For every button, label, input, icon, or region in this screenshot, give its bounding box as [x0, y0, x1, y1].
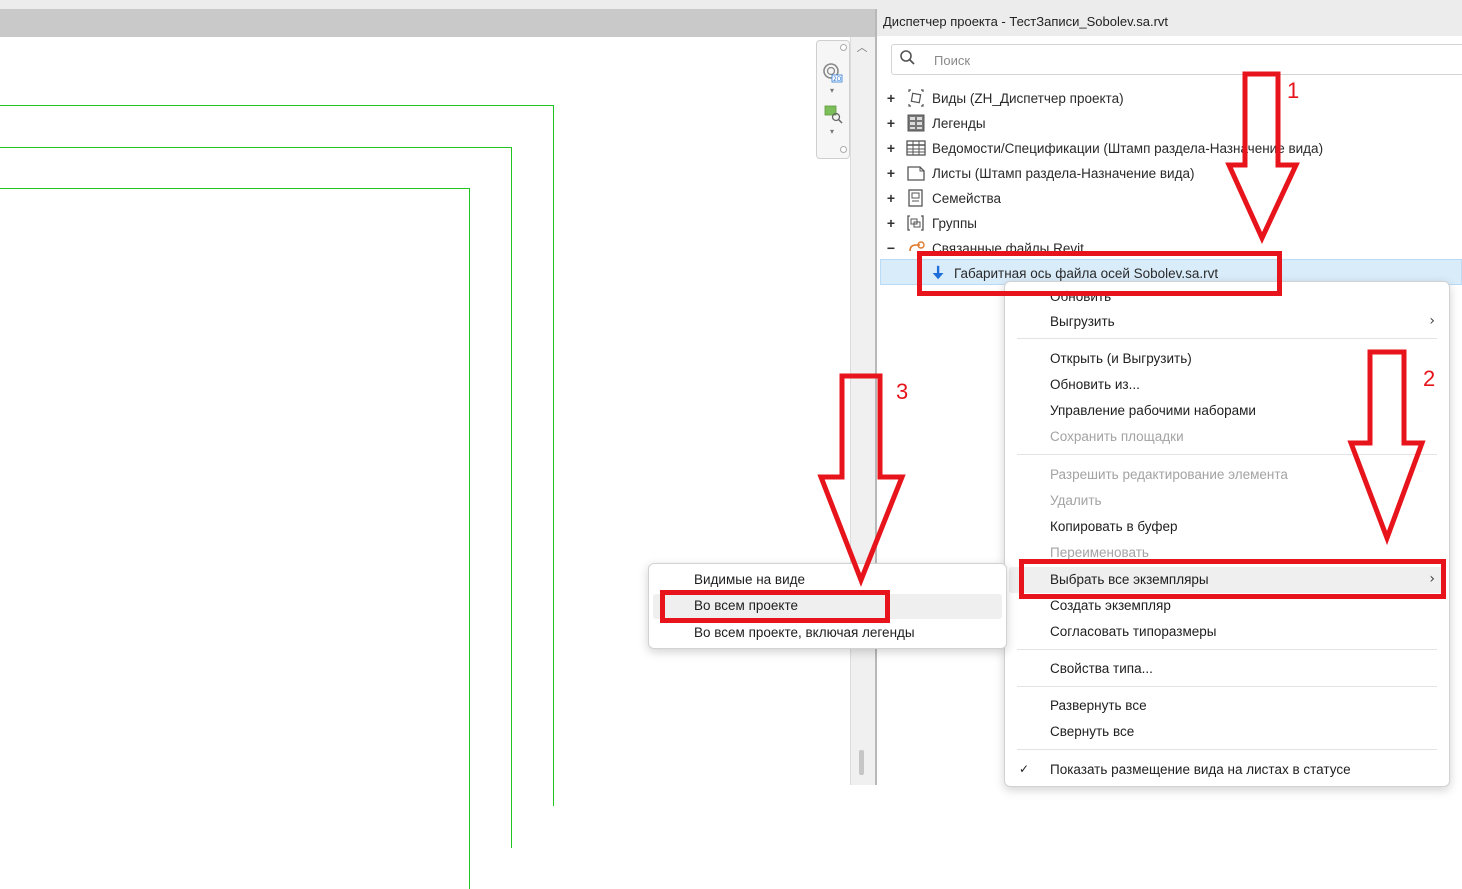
drawing-view[interactable]	[0, 37, 850, 889]
checkmark-icon: ✓	[1019, 762, 1030, 776]
svg-text:2D: 2D	[833, 76, 842, 83]
zoom-dropdown-icon[interactable]: ▾	[830, 127, 834, 136]
submenu-item-visible-in-view[interactable]: Видимые на виде	[694, 572, 805, 587]
menu-item-unload[interactable]: Выгрузить	[1050, 314, 1115, 329]
tree-item-label: Семейства	[932, 190, 1002, 206]
nav-bar-close-icon[interactable]	[840, 44, 847, 51]
expand-icon[interactable]: +	[884, 215, 898, 231]
groups-icon	[907, 215, 924, 231]
menu-separator	[1017, 649, 1437, 650]
menu-item-reload-from[interactable]: Обновить из...	[1050, 377, 1140, 392]
submenu-arrow-icon: ›	[1429, 313, 1435, 329]
menu-item-manage-worksets[interactable]: Управление рабочими наборами	[1050, 403, 1256, 418]
menu-item-delete: Удалить	[1050, 493, 1102, 508]
tree-item-label: Виды (ZH_Диспетчер проекта)	[932, 90, 1124, 106]
search-icon	[900, 50, 915, 65]
menu-item-save-positions: Сохранить площадки	[1050, 429, 1184, 444]
annotation-label-3: 3	[896, 379, 909, 404]
sheet-border-inner	[0, 188, 470, 889]
menu-item-type-properties[interactable]: Свойства типа...	[1050, 661, 1153, 676]
scrollbar-thumb[interactable]	[859, 750, 864, 775]
project-browser-title: Диспетчер проекта - ТестЗаписи_Sobolev.s…	[883, 14, 1169, 29]
tree-item-label: Листы (Штамп раздела-Назначение вида)	[932, 165, 1195, 181]
views-icon	[908, 89, 924, 107]
expand-icon[interactable]: +	[884, 190, 898, 206]
tree-item-label: Легенды	[932, 115, 986, 131]
menu-separator	[1017, 686, 1437, 687]
expand-icon[interactable]: +	[884, 90, 898, 106]
families-icon	[908, 189, 923, 207]
expand-icon[interactable]: +	[884, 165, 898, 181]
annotation-label-2: 2	[1423, 366, 1436, 391]
tree-item-legends[interactable]: + Легенды	[884, 112, 986, 134]
menu-item-copy-to-clipboard[interactable]: Копировать в буфер	[1050, 519, 1178, 534]
expand-icon[interactable]: +	[884, 115, 898, 131]
menu-item-open-and-unload[interactable]: Открыть (и Выгрузить)	[1050, 351, 1192, 366]
tree-item-families[interactable]: + Семейства	[884, 187, 1001, 209]
annotation-box-3	[660, 590, 890, 623]
menu-separator	[1017, 749, 1437, 750]
annotation-arrow-2	[1347, 349, 1426, 546]
tree-item-label: Группы	[932, 215, 977, 231]
tree-item-groups[interactable]: + Группы	[884, 212, 977, 234]
menu-separator	[1017, 338, 1437, 339]
menu-item-show-view-placement[interactable]: Показать размещение вида на листах в ста…	[1050, 762, 1351, 777]
legends-icon	[907, 114, 925, 132]
annotation-box-2	[1019, 559, 1446, 599]
view-tab-bar	[0, 9, 875, 37]
menu-item-expand-all[interactable]: Развернуть все	[1050, 698, 1147, 713]
schedules-icon	[906, 140, 926, 156]
sheets-icon	[907, 166, 925, 181]
scroll-up-icon[interactable]: ︿	[854, 40, 870, 56]
steering-wheel-dropdown-icon[interactable]: ▾	[830, 86, 834, 95]
submenu-item-entire-project-with-legends[interactable]: Во всем проекте, включая легенды	[694, 625, 915, 640]
expand-icon[interactable]: +	[884, 140, 898, 156]
search-input[interactable]	[932, 52, 1236, 69]
collapse-icon[interactable]: −	[884, 240, 898, 256]
menu-item-make-element-editable: Разрешить редактирование элемента	[1050, 467, 1288, 482]
zoom-region-icon[interactable]	[822, 103, 844, 125]
menu-item-create-instance[interactable]: Создать экземпляр	[1050, 598, 1171, 613]
menu-item-rename: Переименовать	[1050, 545, 1149, 560]
annotation-arrow-3	[817, 373, 906, 587]
annotation-box-1	[917, 251, 1282, 296]
annotation-label-1: 1	[1287, 78, 1300, 103]
steering-wheel-icon[interactable]: 2D	[821, 61, 843, 83]
menu-item-collapse-all[interactable]: Свернуть все	[1050, 724, 1134, 739]
menu-item-match-types[interactable]: Согласовать типоразмеры	[1050, 624, 1216, 639]
navigation-bar: 2D ▾ ▾	[816, 40, 850, 159]
tree-item-views[interactable]: + Виды (ZH_Диспетчер проекта)	[884, 87, 1124, 109]
nav-bar-options-icon[interactable]	[840, 146, 847, 153]
top-strip	[0, 0, 1462, 9]
tree-item-sheets[interactable]: + Листы (Штамп раздела-Назначение вида)	[884, 162, 1195, 184]
